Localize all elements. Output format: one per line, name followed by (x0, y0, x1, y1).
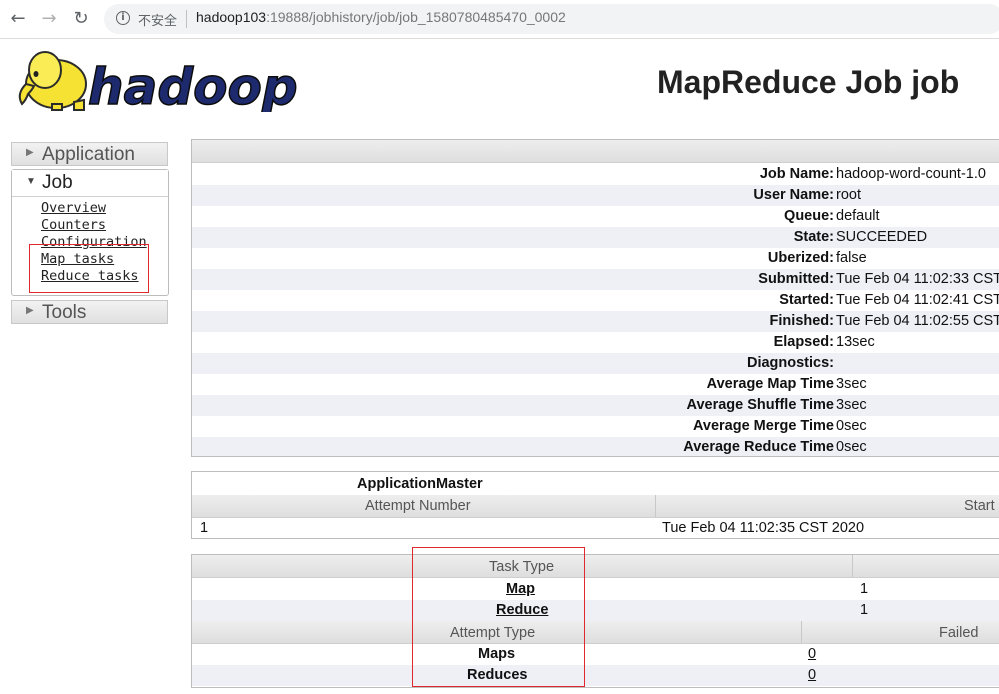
job-info-row: Average Shuffle Time 3sec (192, 395, 999, 416)
nav-link-counters[interactable]: Counters (41, 217, 106, 233)
job-info-value: 13sec (836, 334, 875, 350)
insecure-label: 不安全 (138, 14, 178, 29)
job-info-row: Started: Tue Feb 04 11:02:41 CST (192, 290, 999, 311)
attempt-row-reduces: Reduces 0 (192, 665, 999, 686)
job-info-row: State: SUCCEEDED (192, 227, 999, 248)
app-master-title: ApplicationMaster (357, 476, 483, 492)
job-info-key: Job Name: (759, 166, 834, 182)
column-divider (801, 621, 802, 643)
job-info-value: default (836, 208, 880, 224)
nav-tools-label: Tools (42, 302, 87, 323)
job-info-value: Tue Feb 04 11:02:33 CST (836, 271, 999, 287)
job-info-key: Diagnostics: (746, 355, 834, 371)
nav-application[interactable]: ▶ Application (11, 142, 168, 166)
job-info-value: 0sec (836, 439, 867, 455)
job-info-value: Tue Feb 04 11:02:55 CST (836, 313, 999, 329)
col-attempt-number[interactable]: Attempt Number (365, 498, 471, 514)
job-info-key: Elapsed: (773, 334, 834, 350)
task-row-map: Map 1 (192, 579, 999, 600)
url-host: hadoop103 (196, 9, 267, 25)
task-row-reduce: Reduce 1 (192, 600, 999, 621)
job-info-value: 3sec (836, 376, 867, 392)
job-info-row: Finished: Tue Feb 04 11:02:55 CST (192, 311, 999, 332)
column-divider (852, 555, 853, 577)
col-start[interactable]: Start (964, 498, 995, 514)
page-title: MapReduce Job job (657, 64, 960, 100)
job-info-value: SUCCEEDED (836, 229, 928, 245)
job-info-key: Submitted: (758, 271, 834, 287)
job-info-key: Average Map Time (706, 376, 834, 392)
maps-failed-link[interactable]: 0 (808, 646, 816, 662)
reload-icon[interactable]: ↻ (68, 6, 94, 32)
job-info-key: Finished: (769, 313, 834, 329)
job-info-value: hadoop-word-count-1.0 (836, 166, 986, 182)
column-divider (655, 495, 656, 517)
task-type-header-bar (192, 555, 999, 578)
browser-toolbar: ← → ↻ i 不安全 hadoop103:19888/jobhistory/j… (0, 0, 999, 39)
job-info-value: root (836, 187, 861, 203)
highlight-box-task-type (412, 547, 585, 687)
info-icon[interactable]: i (116, 11, 130, 25)
job-info-row: Diagnostics: (192, 353, 999, 374)
job-info-key: Average Merge Time (692, 418, 834, 434)
hadoop-elephant-icon: hadoop (18, 51, 298, 117)
nav-application-label: Application (42, 144, 135, 165)
map-total-cell: 1 (860, 581, 869, 597)
start-time-cell: Tue Feb 04 11:02:35 CST 2020 (662, 520, 865, 536)
tasks-table: Task Type Map 1 Reduce 1 Attempt Type Fa… (191, 554, 999, 688)
job-info-key: State: (793, 229, 834, 245)
nav-link-overview[interactable]: Overview (41, 200, 106, 216)
job-info-value: 3sec (836, 397, 867, 413)
attempt-row-maps: Maps 0 (192, 644, 999, 665)
job-info-key: Started: (779, 292, 834, 308)
nav-job[interactable]: ▼ Job (12, 170, 168, 197)
reduces-failed-link[interactable]: 0 (808, 667, 816, 683)
expanded-triangle-icon: ▼ (26, 176, 36, 187)
job-info-row: Job Name: hadoop-word-count-1.0 (192, 164, 999, 185)
job-info-row: Queue: default (192, 206, 999, 227)
reduce-total-cell: 1 (860, 602, 869, 618)
job-info-row: Average Reduce Time 0sec (192, 437, 999, 456)
attempt-type-header-bar (192, 621, 999, 644)
job-info-header-bar (192, 140, 999, 163)
job-info-key: Average Reduce Time (683, 439, 834, 455)
job-info-key: Average Shuffle Time (686, 397, 834, 413)
address-separator (186, 10, 187, 28)
job-info-key: Queue: (784, 208, 834, 224)
job-info-row: Average Merge Time 0sec (192, 416, 999, 437)
back-arrow-icon[interactable]: ← (5, 6, 31, 32)
nav-job-label: Job (42, 172, 73, 193)
job-info-value: 0sec (836, 418, 867, 434)
job-info-key: Uberized: (767, 250, 834, 266)
job-info-key: User Name: (753, 187, 834, 203)
app-master-header-bar (192, 495, 999, 518)
forward-arrow-icon[interactable]: → (36, 6, 62, 32)
attempt-number-cell: 1 (200, 520, 209, 536)
app-master-table: ApplicationMaster Attempt Number Start 1… (191, 471, 999, 539)
url-path: :19888/jobhistory/job/job_1580780485470_… (266, 9, 566, 25)
job-info-row: Average Map Time 3sec (192, 374, 999, 395)
highlight-box-nav (29, 244, 149, 293)
address-bar[interactable]: i 不安全 hadoop103:19888/jobhistory/job/job… (104, 4, 999, 34)
col-failed[interactable]: Failed (939, 625, 979, 641)
collapsed-triangle-icon: ▶ (26, 305, 34, 316)
job-info-table: Job Name: hadoop-word-count-1.0 User Name:… (191, 139, 999, 457)
collapsed-triangle-icon: ▶ (26, 147, 34, 158)
job-info-row: User Name: root (192, 185, 999, 206)
job-info-value: Tue Feb 04 11:02:41 CST (836, 292, 999, 308)
job-info-row: Elapsed: 13sec (192, 332, 999, 353)
hadoop-logo[interactable]: hadoop (12, 44, 312, 117)
job-info-row: Submitted: Tue Feb 04 11:02:33 CST (192, 269, 999, 290)
nav-tools[interactable]: ▶ Tools (11, 300, 168, 324)
job-info-row: Uberized: false (192, 248, 999, 269)
hadoop-wordmark: hadoop (88, 58, 298, 112)
url-text[interactable]: hadoop103:19888/jobhistory/job/job_15807… (196, 9, 566, 25)
job-info-value: false (836, 250, 867, 266)
